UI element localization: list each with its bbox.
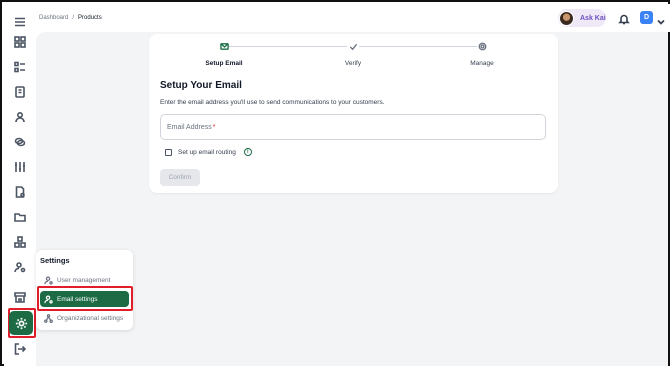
settings-gear-button[interactable]: [9, 311, 33, 335]
form-title: Setup Your Email: [160, 80, 242, 91]
list-icon[interactable]: [12, 59, 28, 75]
menu-item-organizational-settings[interactable]: Organizational settings: [40, 310, 129, 326]
form-description: Enter the email address you'll use to se…: [160, 99, 385, 106]
info-icon[interactable]: i: [243, 148, 252, 156]
person-icon[interactable]: [12, 109, 28, 125]
store-icon[interactable]: [12, 289, 28, 305]
sidebar: [4, 4, 36, 366]
avatar: [559, 10, 574, 26]
email-routing-label[interactable]: Set up email routing: [178, 149, 236, 156]
email-settings-highlight-box: [37, 286, 133, 311]
breadcrumb: Dashboard / Products: [39, 15, 102, 21]
step-connector: [229, 46, 347, 47]
step-label-manage[interactable]: Manage: [442, 60, 522, 67]
user-avatar-badge[interactable]: D: [640, 11, 653, 24]
ask-kai-label: Ask Kai: [580, 14, 606, 22]
ask-kai-button[interactable]: Ask Kai: [558, 9, 606, 27]
email-setup-card: Setup Email Verify Manage Setup Your Ema…: [149, 34, 558, 193]
sliders-icon[interactable]: [12, 159, 28, 175]
org-settings-icon: [44, 313, 53, 323]
menu-item-label: User management: [57, 276, 111, 284]
check-icon: [348, 41, 358, 51]
step-label-setup-email[interactable]: Setup Email: [184, 60, 264, 67]
user-settings-icon[interactable]: [12, 259, 28, 275]
bell-icon[interactable]: [618, 12, 630, 25]
chevron-down-icon[interactable]: [657, 13, 665, 25]
user-management-icon: [44, 275, 53, 285]
email-routing-option: Set up email routing i: [165, 148, 252, 156]
folder-icon[interactable]: [12, 209, 28, 225]
grid-icon[interactable]: [12, 34, 28, 50]
logout-icon[interactable]: [12, 341, 28, 357]
confirm-button[interactable]: Confirm: [160, 169, 200, 186]
email-routing-checkbox[interactable]: [165, 148, 172, 156]
breadcrumb-products: Products: [78, 15, 102, 21]
app-frame: Dashboard / Products Ask Kai D Setup Ema…: [0, 0, 670, 366]
gear-icon: [477, 41, 487, 51]
document-icon[interactable]: [12, 184, 28, 200]
mail-icon: [219, 41, 229, 51]
email-address-input[interactable]: Email Address *: [160, 114, 546, 140]
coins-icon[interactable]: [12, 134, 28, 150]
breadcrumb-dashboard[interactable]: Dashboard: [39, 15, 68, 21]
top-header: Dashboard / Products Ask Kai D: [36, 4, 670, 32]
breadcrumb-separator: /: [72, 15, 75, 21]
menu-icon[interactable]: [12, 14, 28, 30]
gear-icon: [15, 317, 27, 329]
email-placeholder: Email Address: [167, 123, 212, 131]
stepper: Setup Email Verify Manage: [149, 34, 558, 74]
settings-menu-title: Settings: [40, 256, 70, 265]
invoice-icon[interactable]: [12, 84, 28, 100]
step-label-verify[interactable]: Verify: [313, 60, 393, 67]
step-connector: [359, 46, 477, 47]
menu-item-label: Organizational settings: [57, 314, 124, 322]
required-mark: *: [212, 123, 216, 131]
boxes-icon[interactable]: [12, 234, 28, 250]
